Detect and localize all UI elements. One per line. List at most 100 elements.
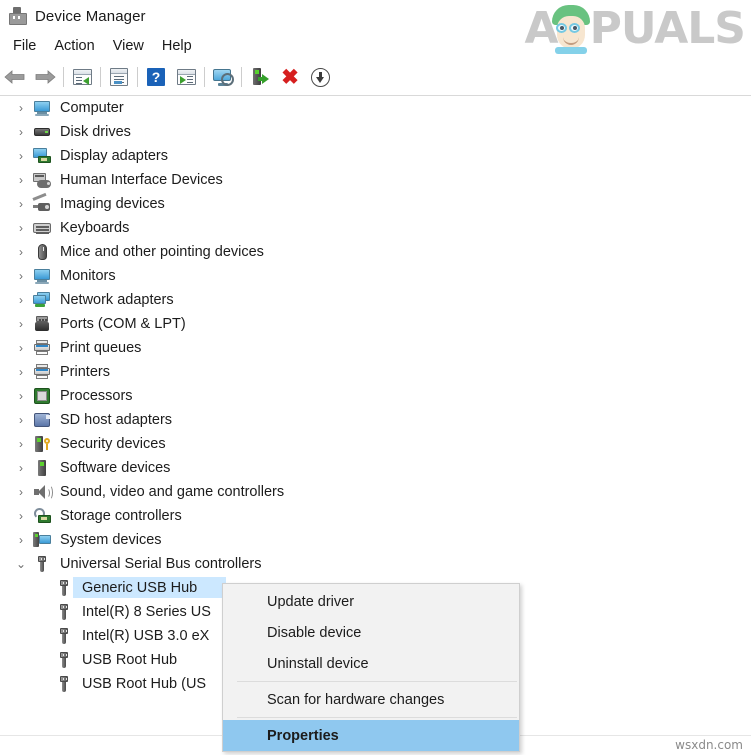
chevron-right-icon[interactable]: › bbox=[10, 317, 32, 331]
title-bar: Device Manager bbox=[0, 0, 751, 32]
chevron-right-icon[interactable]: › bbox=[10, 197, 32, 211]
network-adapter-icon bbox=[32, 291, 52, 309]
toolbar-separator bbox=[204, 67, 205, 87]
tree-node-software-devices[interactable]: › Software devices bbox=[0, 456, 751, 480]
tree-node-label: Computer bbox=[60, 99, 124, 116]
chevron-right-icon[interactable]: › bbox=[10, 173, 32, 187]
chevron-down-icon[interactable]: ⌄ bbox=[10, 557, 32, 571]
tree-node-label: Universal Serial Bus controllers bbox=[60, 555, 262, 572]
chevron-right-icon[interactable]: › bbox=[10, 509, 32, 523]
context-menu-item-uninstall-device[interactable]: Uninstall device bbox=[223, 648, 519, 679]
context-menu-item-update-driver[interactable]: Update driver bbox=[223, 586, 519, 617]
tree-node-label: Disk drives bbox=[60, 123, 131, 140]
red-x-icon: ✖ bbox=[281, 65, 299, 89]
context-menu-item-scan-for-hardware-changes[interactable]: Scan for hardware changes bbox=[223, 684, 519, 715]
tree-node-sd-host-adapters[interactable]: › SD host adapters bbox=[0, 408, 751, 432]
forward-button[interactable] bbox=[30, 63, 60, 91]
printer-icon bbox=[32, 339, 52, 357]
menu-file[interactable]: File bbox=[4, 36, 45, 56]
tree-node-network-adapters[interactable]: › Network adapters bbox=[0, 288, 751, 312]
tree-node-label: Mice and other pointing devices bbox=[60, 243, 264, 260]
chevron-right-icon[interactable]: › bbox=[10, 293, 32, 307]
tree-node-label: USB Root Hub bbox=[82, 651, 178, 668]
tree-node-label: Security devices bbox=[60, 435, 166, 452]
tree-node-sound-video-and-game-controllers[interactable]: › Sound, video and game controllers bbox=[0, 480, 751, 504]
system-device-icon bbox=[32, 531, 52, 549]
chevron-right-icon[interactable]: › bbox=[10, 101, 32, 115]
tree-node-printers[interactable]: › Printers bbox=[0, 360, 751, 384]
action-pane-icon bbox=[176, 69, 196, 85]
chevron-right-icon[interactable]: › bbox=[10, 413, 32, 427]
chevron-right-icon[interactable]: › bbox=[10, 245, 32, 259]
chevron-right-icon[interactable]: › bbox=[10, 149, 32, 163]
processor-icon bbox=[32, 387, 52, 405]
chevron-right-icon[interactable]: › bbox=[10, 221, 32, 235]
context-menu-item-disable-device[interactable]: Disable device bbox=[223, 617, 519, 648]
tree-node-computer[interactable]: › Computer bbox=[0, 96, 751, 120]
tree-node-label: Intel(R) USB 3.0 eX bbox=[82, 627, 210, 644]
tree-node-mice-and-other-pointing-devices[interactable]: › Mice and other pointing devices bbox=[0, 240, 751, 264]
chevron-right-icon[interactable]: › bbox=[10, 269, 32, 283]
tree-node-disk-drives[interactable]: › Disk drives bbox=[0, 120, 751, 144]
down-arrow-circle-icon bbox=[310, 67, 330, 87]
tree-node-security-devices[interactable]: › Security devices bbox=[0, 432, 751, 456]
context-menu-item-properties[interactable]: Properties bbox=[223, 720, 519, 751]
menu-help[interactable]: Help bbox=[153, 36, 201, 56]
chevron-right-icon[interactable]: › bbox=[10, 437, 32, 451]
tree-node-label: Intel(R) 8 Series US bbox=[82, 603, 211, 620]
console-tree-icon bbox=[72, 69, 92, 85]
properties-button[interactable] bbox=[104, 63, 134, 91]
tree-node-storage-controllers[interactable]: › Storage controllers bbox=[0, 504, 751, 528]
tree-node-human-interface-devices[interactable]: › Human Interface Devices bbox=[0, 168, 751, 192]
disable-device-button[interactable] bbox=[305, 63, 335, 91]
tree-node-label: Print queues bbox=[60, 339, 142, 356]
usb-icon bbox=[54, 651, 74, 669]
toolbar-separator bbox=[100, 67, 101, 87]
tree-node-monitors[interactable]: › Monitors bbox=[0, 264, 751, 288]
tree-node-label: Processors bbox=[60, 387, 133, 404]
tree-node-label: Human Interface Devices bbox=[60, 171, 223, 188]
menu-view[interactable]: View bbox=[104, 36, 153, 56]
tree-node-keyboards[interactable]: › Keyboards bbox=[0, 216, 751, 240]
chevron-right-icon[interactable]: › bbox=[10, 533, 32, 547]
software-device-icon bbox=[32, 459, 52, 477]
device-manager-icon bbox=[8, 7, 27, 25]
scan-for-hardware-changes-button[interactable] bbox=[208, 63, 238, 91]
menu-action[interactable]: Action bbox=[45, 36, 103, 56]
help-button[interactable]: ? bbox=[141, 63, 171, 91]
chevron-right-icon[interactable]: › bbox=[10, 341, 32, 355]
tree-node-imaging-devices[interactable]: › Imaging devices bbox=[0, 192, 751, 216]
context-menu-separator bbox=[237, 717, 517, 718]
tree-node-print-queues[interactable]: › Print queues bbox=[0, 336, 751, 360]
tree-node-label: System devices bbox=[60, 531, 162, 548]
tree-node-system-devices[interactable]: › System devices bbox=[0, 528, 751, 552]
chevron-right-icon[interactable]: › bbox=[10, 125, 32, 139]
tree-node-ports-com-lpt[interactable]: › Ports (COM & LPT) bbox=[0, 312, 751, 336]
chevron-right-icon[interactable]: › bbox=[10, 485, 32, 499]
update-driver-button[interactable] bbox=[245, 63, 275, 91]
back-button[interactable] bbox=[0, 63, 30, 91]
show-hide-action-pane-button[interactable] bbox=[171, 63, 201, 91]
chevron-right-icon[interactable]: › bbox=[10, 461, 32, 475]
context-menu[interactable]: Update driver Disable device Uninstall d… bbox=[222, 583, 520, 752]
tree-node-universal-serial-bus-controllers[interactable]: ⌄ Universal Serial Bus controllers bbox=[0, 552, 751, 576]
context-menu-separator bbox=[237, 681, 517, 682]
toolbar-separator bbox=[241, 67, 242, 87]
storage-controller-icon bbox=[32, 507, 52, 525]
tree-node-label: SD host adapters bbox=[60, 411, 173, 428]
monitor-icon bbox=[32, 267, 52, 285]
chevron-right-icon[interactable]: › bbox=[10, 389, 32, 403]
uninstall-device-button[interactable]: ✖ bbox=[275, 63, 305, 91]
tree-node-processors[interactable]: › Processors bbox=[0, 384, 751, 408]
window-title: Device Manager bbox=[35, 7, 146, 25]
tree-node-label: USB Root Hub (US bbox=[82, 675, 207, 692]
mouse-icon bbox=[32, 243, 52, 261]
usb-icon bbox=[32, 555, 52, 573]
security-device-icon bbox=[32, 435, 52, 453]
keyboard-icon bbox=[32, 219, 52, 237]
imaging-device-icon bbox=[32, 192, 52, 213]
chevron-right-icon[interactable]: › bbox=[10, 365, 32, 379]
tree-node-display-adapters[interactable]: › Display adapters bbox=[0, 144, 751, 168]
show-hide-console-tree-button[interactable] bbox=[67, 63, 97, 91]
tree-node-label: Network adapters bbox=[60, 291, 174, 308]
